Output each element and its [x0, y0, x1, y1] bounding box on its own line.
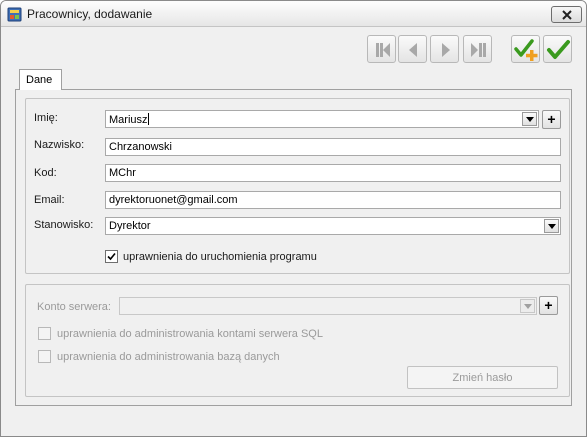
title-bar: Pracownicy, dodawanie: [1, 1, 586, 27]
stanowisko-label: Stanowisko:: [34, 219, 94, 231]
stanowisko-dropdown-button[interactable]: [544, 219, 559, 233]
close-button[interactable]: [551, 6, 582, 23]
window-title: Pracownicy, dodawanie: [27, 7, 153, 21]
first-record-button[interactable]: [367, 35, 396, 63]
program-access-checkbox[interactable]: [105, 250, 118, 263]
stanowisko-combobox[interactable]: Dyrektor: [105, 217, 561, 235]
sql-admin-checkbox[interactable]: [38, 327, 51, 340]
add-name-button[interactable]: +: [542, 110, 561, 129]
chevron-down-icon: [526, 117, 534, 122]
save-and-add-button[interactable]: [511, 35, 540, 63]
program-access-label: uprawnienia do uruchomienia programu: [123, 251, 317, 263]
kod-value: MChr: [109, 167, 136, 179]
change-password-button[interactable]: Zmień hasło: [407, 366, 558, 389]
last-record-button[interactable]: [463, 35, 492, 63]
konto-serwera-combobox[interactable]: [119, 297, 537, 315]
db-admin-label: uprawnienia do administrowania bazą dany…: [57, 351, 280, 363]
previous-record-icon: [409, 43, 417, 57]
kod-label: Kod:: [34, 167, 57, 179]
save-and-add-icon: [514, 39, 538, 61]
next-record-button[interactable]: [430, 35, 459, 63]
imie-combobox[interactable]: Mariusz: [105, 110, 539, 128]
stanowisko-value: Dyrektor: [109, 220, 151, 232]
imie-value: Mariusz: [109, 114, 148, 126]
chevron-down-icon: [548, 224, 556, 229]
email-value: dyrektoruonet@gmail.com: [109, 194, 238, 206]
save-icon: [547, 40, 570, 59]
plus-icon: +: [547, 111, 556, 127]
nazwisko-value: Chrzanowski: [109, 141, 172, 153]
first-record-icon: [376, 43, 390, 57]
save-button[interactable]: [543, 35, 572, 63]
db-admin-checkbox[interactable]: [38, 350, 51, 363]
email-label: Email:: [34, 194, 65, 206]
employee-add-window: Pracownicy, dodawanie Dane Imię: Mariusz…: [0, 0, 587, 437]
add-server-account-button[interactable]: +: [539, 296, 558, 315]
imie-dropdown-button[interactable]: [522, 112, 537, 126]
email-field[interactable]: dyrektoruonet@gmail.com: [105, 191, 561, 209]
change-password-label: Zmień hasło: [452, 372, 513, 384]
nazwisko-field[interactable]: Chrzanowski: [105, 138, 561, 156]
konto-serwera-label: Konto serwera:: [37, 301, 111, 313]
konto-serwera-dropdown-button[interactable]: [520, 299, 535, 313]
plus-icon: +: [544, 297, 553, 313]
kod-field[interactable]: MChr: [105, 164, 561, 182]
checkmark-icon: [107, 252, 116, 261]
text-cursor: [147, 113, 149, 125]
nazwisko-label: Nazwisko:: [34, 139, 85, 151]
chevron-down-icon: [524, 304, 532, 309]
next-record-icon: [442, 43, 450, 57]
last-record-icon: [471, 43, 486, 57]
tab-dane-label: Dane: [26, 74, 53, 86]
sql-admin-label: uprawnienia do administrowania kontami s…: [57, 328, 323, 340]
tab-dane[interactable]: Dane: [19, 69, 62, 90]
close-icon: [562, 10, 572, 20]
previous-record-button[interactable]: [398, 35, 427, 63]
app-icon: [7, 7, 22, 22]
imie-label: Imię:: [34, 112, 58, 124]
